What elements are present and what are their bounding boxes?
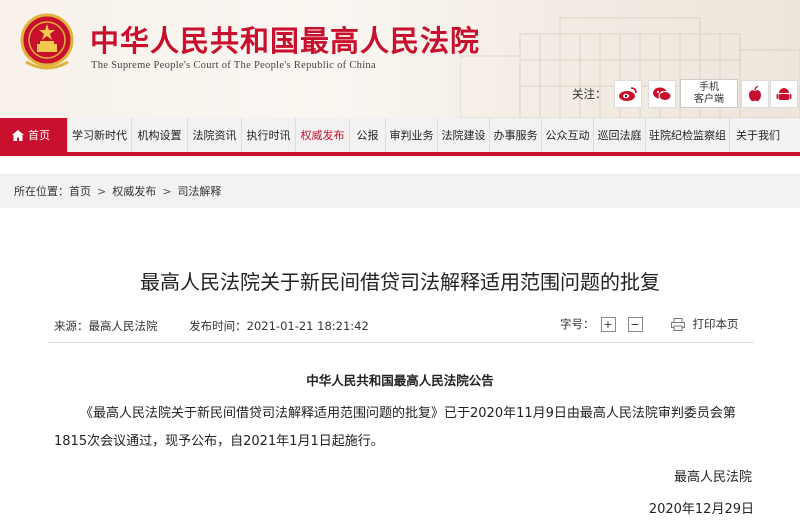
breadcrumb-separator: > bbox=[97, 184, 107, 198]
apple-icon bbox=[749, 86, 761, 102]
nav-item-home[interactable]: 首页 bbox=[0, 118, 68, 152]
nav-item-releases[interactable]: 权威发布 bbox=[296, 118, 350, 152]
nav-item-interaction[interactable]: 公众互动 bbox=[542, 118, 594, 152]
breadcrumb-prefix: 所在位置： bbox=[14, 185, 69, 198]
nav-item-about[interactable]: 关于我们 bbox=[730, 118, 780, 152]
printer-icon bbox=[670, 317, 685, 331]
mobile-label-line2: 客户端 bbox=[694, 94, 724, 105]
wechat-icon bbox=[653, 87, 672, 101]
article-tools: 字号： + − 打印本页 bbox=[560, 316, 739, 332]
nav-item-news[interactable]: 法院资讯 bbox=[188, 118, 242, 152]
home-icon bbox=[12, 129, 24, 141]
source-label: 来源： bbox=[54, 319, 89, 333]
nav-item-services[interactable]: 办事服务 bbox=[490, 118, 542, 152]
meta-divider bbox=[48, 342, 754, 343]
android-app-button[interactable] bbox=[770, 80, 798, 108]
wechat-button[interactable] bbox=[648, 80, 676, 108]
source-value: 最高人民法院 bbox=[88, 319, 158, 333]
font-decrease-button[interactable]: − bbox=[627, 316, 643, 332]
article-body: 《最高人民法院关于新民间借贷司法解释适用范围问题的批复》已于2020年11月9日… bbox=[54, 406, 736, 449]
weibo-icon bbox=[619, 87, 637, 101]
date-value: 2021-01-21 18:21:42 bbox=[246, 319, 369, 333]
site-header: 中华人民共和国最高人民法院 The Supreme People's Court… bbox=[0, 0, 800, 118]
nav-item-construction[interactable]: 法院建设 bbox=[438, 118, 490, 152]
print-label: 打印本页 bbox=[692, 317, 739, 331]
site-title: 中华人民共和国最高人民法院 bbox=[90, 24, 481, 58]
main-nav: 首页 学习新时代 机构设置 法院资讯 执行时讯 权威发布 公报 审判业务 法院建… bbox=[0, 118, 800, 156]
nav-item-trial[interactable]: 审判业务 bbox=[386, 118, 438, 152]
font-size-label: 字号： bbox=[560, 317, 595, 331]
nav-item-circuit[interactable]: 巡回法庭 bbox=[594, 118, 646, 152]
breadcrumb-judicial-interpretation[interactable]: 司法解释 bbox=[177, 183, 221, 199]
nav-item-discipline[interactable]: 驻院纪检监察组 bbox=[646, 118, 730, 152]
breadcrumb-home[interactable]: 首页 bbox=[69, 183, 91, 199]
breadcrumb-releases[interactable]: 权威发布 bbox=[112, 183, 156, 199]
nav-label: 首页 bbox=[28, 129, 50, 142]
apple-app-button[interactable] bbox=[741, 80, 769, 108]
print-button[interactable]: 打印本页 bbox=[670, 316, 739, 332]
mobile-label-line1: 手机 bbox=[699, 82, 719, 93]
font-increase-button[interactable]: + bbox=[600, 316, 616, 332]
article-title: 最高人民法院关于新民间借贷司法解释适用范围问题的批复 bbox=[140, 270, 660, 294]
follow-label: 关注： bbox=[572, 87, 607, 101]
breadcrumb: 所在位置： 首页 > 权威发布 > 司法解释 bbox=[0, 174, 800, 208]
weibo-button[interactable] bbox=[614, 80, 642, 108]
nav-item-gazette[interactable]: 公报 bbox=[350, 118, 386, 152]
notice-heading: 中华人民共和国最高人民法院公告 bbox=[306, 373, 494, 388]
date-label: 发布时间： bbox=[189, 319, 247, 333]
site-subtitle: The Supreme People's Court of The People… bbox=[91, 60, 376, 71]
nav-item-organization[interactable]: 机构设置 bbox=[132, 118, 188, 152]
nav-item-execution[interactable]: 执行时讯 bbox=[242, 118, 296, 152]
national-emblem-logo bbox=[20, 13, 74, 70]
breadcrumb-separator: > bbox=[162, 184, 172, 198]
mobile-client-button[interactable]: 手机 客户端 bbox=[680, 79, 738, 108]
android-icon bbox=[776, 88, 792, 100]
signature-date: 2020年12月29日 bbox=[648, 502, 754, 517]
article-meta: 来源：最高人民法院 发布时间：2021-01-21 18:21:42 bbox=[54, 318, 377, 334]
signature-organization: 最高人民法院 bbox=[673, 470, 752, 485]
nav-item-study[interactable]: 学习新时代 bbox=[68, 118, 132, 152]
